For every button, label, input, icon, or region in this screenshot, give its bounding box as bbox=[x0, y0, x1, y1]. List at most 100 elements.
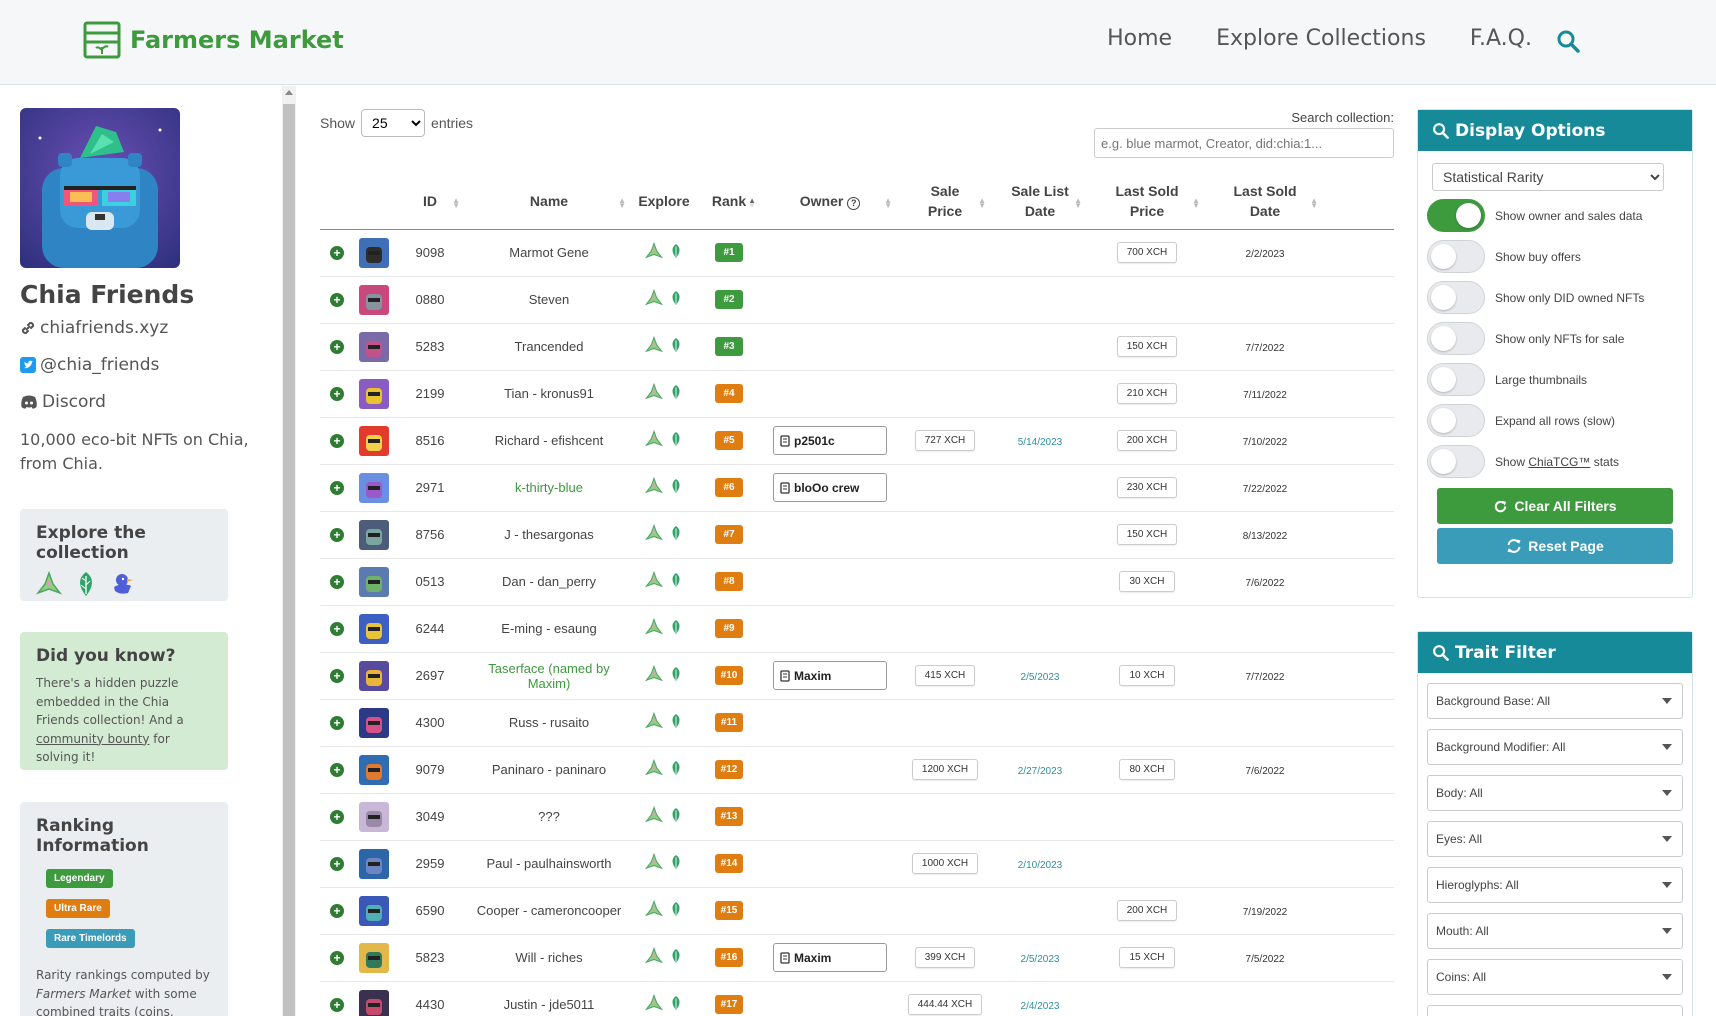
chia-leaf-icon[interactable] bbox=[669, 289, 683, 307]
chia-leaf-icon[interactable] bbox=[669, 994, 683, 1012]
table-row[interactable]: +8516 Richard - efishcent #5 p2501c 727 XCH 5… bbox=[320, 417, 1394, 465]
expand-row-icon[interactable]: + bbox=[330, 575, 344, 589]
nft-thumbnail[interactable] bbox=[359, 378, 389, 409]
expand-row-icon[interactable]: + bbox=[330, 998, 344, 1012]
owner-link[interactable]: bloOo crew bbox=[773, 473, 887, 502]
expand-row-icon[interactable]: + bbox=[330, 857, 344, 871]
col-id[interactable]: ID ▲ ▼ bbox=[394, 174, 466, 230]
spacescan-icon[interactable] bbox=[645, 524, 663, 542]
spacescan-icon[interactable] bbox=[645, 806, 663, 824]
toggle-switch[interactable] bbox=[1427, 199, 1485, 232]
nft-name[interactable]: Richard - efishcent bbox=[466, 417, 632, 465]
reset-page-button[interactable]: Reset Page bbox=[1437, 528, 1673, 564]
nav-faq[interactable]: F.A.Q. bbox=[1470, 26, 1532, 51]
table-row[interactable]: +2971 k-thirty-blue #6 bloOo crew 230 XCH 7/2… bbox=[320, 464, 1394, 512]
trait-filter-more[interactable] bbox=[1427, 1005, 1683, 1016]
nft-name[interactable]: ??? bbox=[466, 793, 632, 841]
chia-leaf-icon[interactable] bbox=[669, 242, 683, 260]
sale-date-link[interactable]: 2/10/2023 bbox=[1018, 860, 1063, 871]
chia-leaf-icon[interactable] bbox=[669, 336, 683, 354]
chia-leaf-icon[interactable] bbox=[669, 571, 683, 589]
table-row[interactable]: +0880 Steven #2 bbox=[320, 276, 1394, 324]
table-row[interactable]: +5283 Trancended #3 150 XCH 7/7/2022 bbox=[320, 323, 1394, 371]
nft-thumbnail[interactable] bbox=[359, 237, 389, 268]
spacescan-icon[interactable] bbox=[645, 336, 663, 354]
nft-name[interactable]: Trancended bbox=[466, 323, 632, 371]
toggle-switch[interactable] bbox=[1427, 363, 1485, 396]
nft-thumbnail[interactable] bbox=[359, 707, 389, 738]
col-last-sold-price[interactable]: Last Sold Price ▲ ▼ bbox=[1088, 174, 1206, 230]
expand-row-icon[interactable]: + bbox=[330, 481, 344, 495]
toggle-row-chiatcg[interactable]: Show ChiaTCG™ stats bbox=[1427, 445, 1692, 478]
owner-link[interactable]: p2501c bbox=[773, 426, 887, 455]
col-last-sold-date[interactable]: Last Sold Date ▲ ▼ bbox=[1206, 174, 1324, 230]
chia-leaf-icon[interactable] bbox=[669, 900, 683, 918]
spacescan-icon[interactable] bbox=[645, 430, 663, 448]
last-price-badge[interactable]: 15 XCH bbox=[1119, 947, 1175, 968]
nft-name[interactable]: J - thesargonas bbox=[466, 511, 632, 559]
nft-name[interactable]: Will - riches bbox=[466, 934, 632, 982]
spacescan-icon[interactable] bbox=[645, 289, 663, 307]
nft-name[interactable]: Steven bbox=[466, 276, 632, 324]
nft-thumbnail[interactable] bbox=[359, 472, 389, 503]
rarity-type-select[interactable]: Statistical Rarity bbox=[1432, 163, 1664, 191]
nft-name[interactable]: Russ - rusaito bbox=[466, 699, 632, 747]
toggle-row[interactable]: Show only DID owned NFTs bbox=[1427, 281, 1692, 314]
nft-name[interactable]: Marmot Gene bbox=[466, 229, 632, 277]
sale-price-badge[interactable]: 399 XCH bbox=[914, 947, 976, 968]
sidebar-scrollbar[interactable] bbox=[282, 86, 296, 1016]
chia-leaf-icon[interactable] bbox=[669, 618, 683, 636]
col-rank[interactable]: Rank ▲ ▼ bbox=[696, 174, 762, 230]
nft-thumbnail[interactable] bbox=[359, 425, 389, 456]
nft-thumbnail[interactable] bbox=[359, 801, 389, 832]
toggle-row[interactable]: Show owner and sales data bbox=[1427, 199, 1692, 232]
trait-filter-select[interactable]: Coins: All bbox=[1427, 959, 1683, 995]
chia-leaf-icon[interactable] bbox=[669, 759, 683, 777]
toggle-switch[interactable] bbox=[1427, 322, 1485, 355]
toggle-switch[interactable] bbox=[1427, 281, 1485, 314]
nft-thumbnail[interactable] bbox=[359, 989, 389, 1016]
col-sale-list-date[interactable]: Sale List Date ▲ ▼ bbox=[992, 174, 1088, 230]
nft-name[interactable]: Paninaro - paninaro bbox=[466, 746, 632, 794]
search-collection-input[interactable] bbox=[1094, 128, 1394, 158]
chia-leaf-icon[interactable] bbox=[669, 524, 683, 542]
last-price-badge[interactable]: 210 XCH bbox=[1116, 383, 1178, 404]
nav-explore-collections[interactable]: Explore Collections bbox=[1216, 26, 1426, 51]
nav-search-button[interactable] bbox=[1556, 29, 1580, 58]
last-price-badge[interactable]: 200 XCH bbox=[1116, 900, 1178, 921]
spacescan-icon[interactable] bbox=[645, 242, 663, 260]
table-row[interactable]: +4300 Russ - rusaito #11 bbox=[320, 699, 1394, 747]
spacescan-icon[interactable] bbox=[645, 477, 663, 495]
spacescan-icon[interactable] bbox=[36, 571, 62, 597]
chia-leaf-icon[interactable] bbox=[669, 853, 683, 871]
nft-thumbnail[interactable] bbox=[359, 895, 389, 926]
spacescan-icon[interactable] bbox=[645, 618, 663, 636]
nft-name[interactable]: Paul - paulhainsworth bbox=[466, 840, 632, 888]
trait-filter-select[interactable]: Body: All bbox=[1427, 775, 1683, 811]
nft-thumbnail[interactable] bbox=[359, 331, 389, 362]
last-price-badge[interactable]: 150 XCH bbox=[1116, 524, 1178, 545]
chia-leaf-icon[interactable] bbox=[669, 806, 683, 824]
twitter-link[interactable]: @chia_friends bbox=[20, 355, 159, 375]
table-row[interactable]: +8756 J - thesargonas #7 150 XCH 8/13/2022 bbox=[320, 511, 1394, 559]
last-price-badge[interactable]: 700 XCH bbox=[1116, 242, 1178, 263]
sale-price-badge[interactable]: 415 XCH bbox=[914, 665, 976, 686]
chia-leaf-icon[interactable] bbox=[669, 477, 683, 495]
sale-price-badge[interactable]: 727 XCH bbox=[914, 430, 976, 451]
owner-help-icon[interactable]: ? bbox=[847, 197, 861, 211]
toggle-switch[interactable] bbox=[1427, 404, 1485, 437]
nft-thumbnail[interactable] bbox=[359, 284, 389, 315]
table-row[interactable]: +0513 Dan - dan_perry #8 30 XCH 7/6/2022 bbox=[320, 558, 1394, 606]
spacescan-icon[interactable] bbox=[645, 900, 663, 918]
nft-name[interactable]: E-ming - esaung bbox=[466, 605, 632, 653]
last-price-badge[interactable]: 230 XCH bbox=[1116, 477, 1178, 498]
table-row[interactable]: +2199 Tian - kronus91 #4 210 XCH 7/11/2022 bbox=[320, 370, 1394, 418]
col-owner[interactable]: Owner ? ▲ ▼ bbox=[762, 174, 898, 230]
toggle-row[interactable]: Show buy offers bbox=[1427, 240, 1692, 273]
sale-price-badge[interactable]: 1200 XCH bbox=[911, 759, 979, 780]
col-sale-price[interactable]: Sale Price ▲ ▼ bbox=[898, 174, 992, 230]
nft-name[interactable]: Cooper - cameroncooper bbox=[466, 887, 632, 935]
scrollbar-thumb[interactable] bbox=[283, 104, 295, 1016]
sale-date-link[interactable]: 2/5/2023 bbox=[1021, 672, 1060, 683]
nft-thumbnail[interactable] bbox=[359, 942, 389, 973]
